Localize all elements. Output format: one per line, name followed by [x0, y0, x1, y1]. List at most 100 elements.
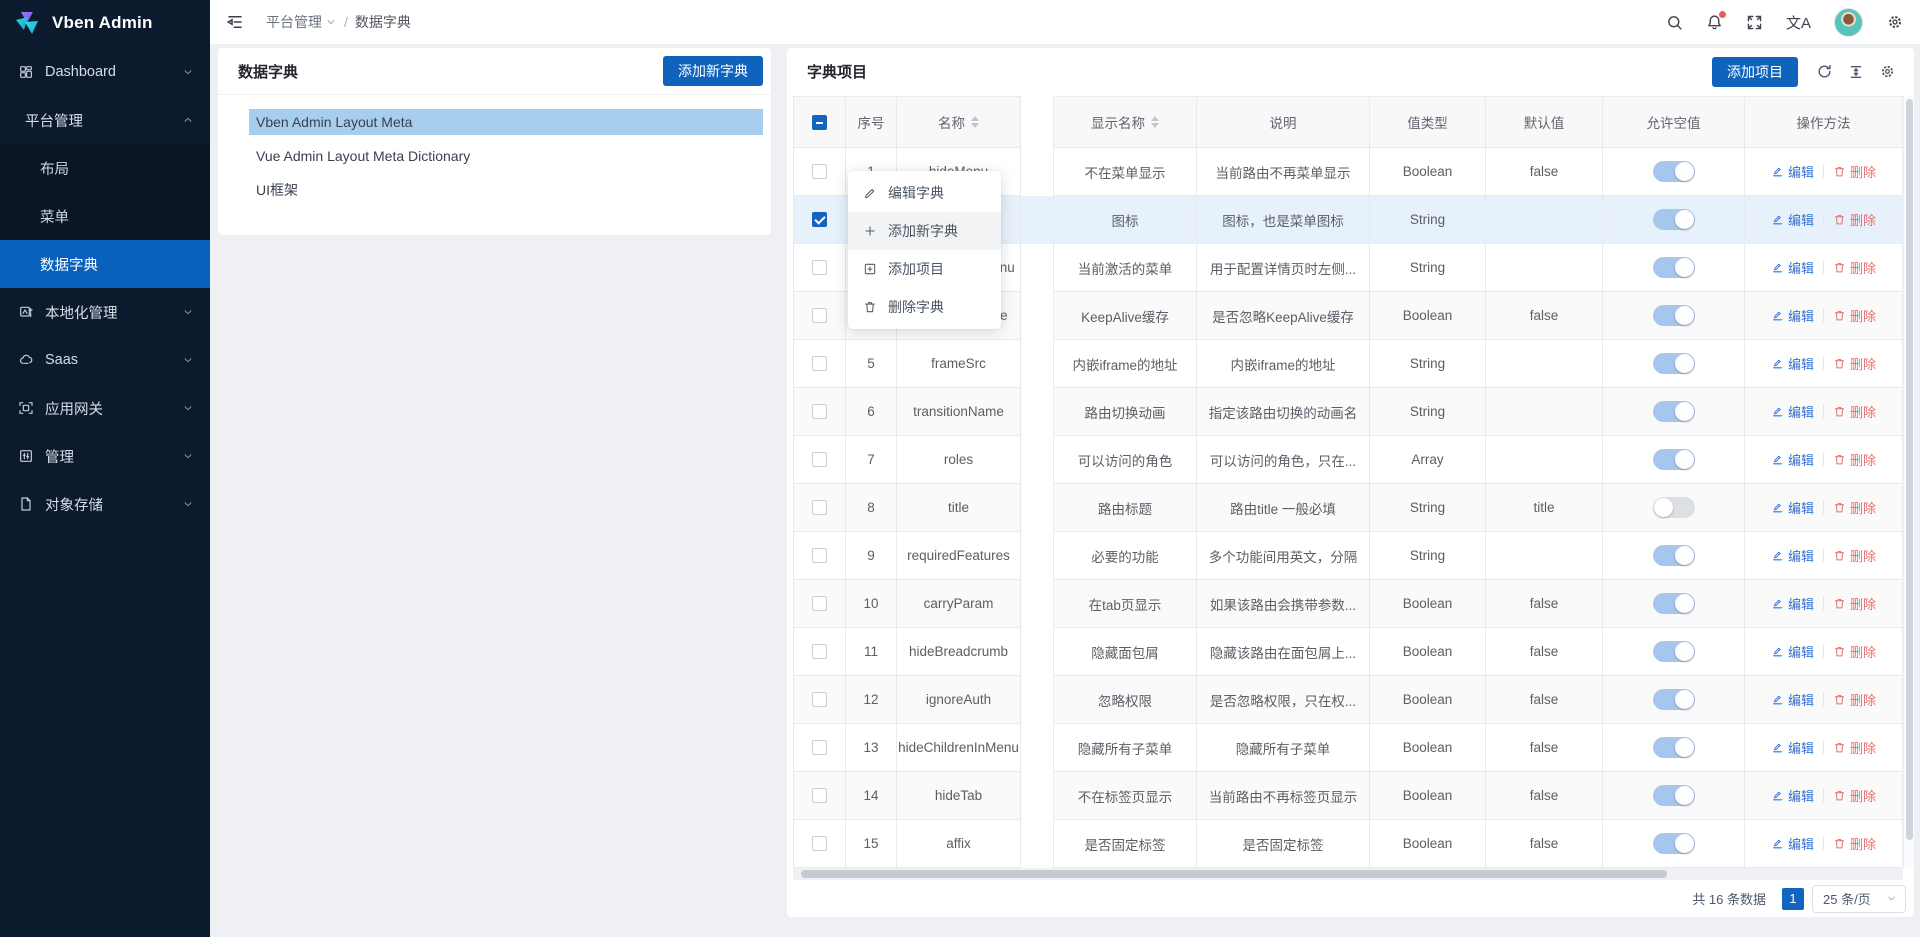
allow-null-toggle[interactable]	[1653, 737, 1695, 758]
allow-null-toggle[interactable]	[1653, 449, 1695, 470]
row-checkbox[interactable]	[812, 212, 827, 227]
context-menu-item[interactable]: 添加新字典	[848, 212, 1001, 250]
edit-link[interactable]: 编辑	[1771, 738, 1814, 757]
allow-null-toggle[interactable]	[1653, 401, 1695, 422]
allow-null-toggle[interactable]	[1653, 785, 1695, 806]
select-all-checkbox[interactable]	[812, 115, 827, 130]
delete-link[interactable]: 删除	[1833, 258, 1876, 277]
delete-link[interactable]: 删除	[1833, 594, 1876, 613]
delete-link[interactable]: 删除	[1833, 162, 1876, 181]
delete-link[interactable]: 删除	[1833, 786, 1876, 805]
settings-gear-icon[interactable]	[1886, 13, 1904, 31]
fullscreen-icon[interactable]	[1746, 14, 1763, 31]
delete-link[interactable]: 删除	[1833, 210, 1876, 229]
table-row[interactable]: 13hideChildrenInMenu隐藏所有子菜单隐藏所有子菜单Boolea…	[793, 724, 1903, 772]
table-row[interactable]: 10carryParam在tab页显示如果该路由会携带参数...Booleanf…	[793, 580, 1903, 628]
delete-link[interactable]: 删除	[1833, 306, 1876, 325]
notification-bell-icon[interactable]	[1706, 14, 1723, 31]
sort-icons[interactable]	[1151, 112, 1159, 132]
row-checkbox[interactable]	[812, 596, 827, 611]
allow-null-toggle[interactable]	[1653, 641, 1695, 662]
add-item-button[interactable]: 添加项目	[1712, 57, 1798, 87]
allow-null-toggle[interactable]	[1653, 593, 1695, 614]
row-checkbox[interactable]	[812, 644, 827, 659]
row-checkbox[interactable]	[812, 788, 827, 803]
sidebar-item-management[interactable]: 管理	[0, 432, 210, 480]
column-settings-icon[interactable]	[1879, 63, 1896, 80]
edit-link[interactable]: 编辑	[1771, 546, 1814, 565]
dictionary-list-item[interactable]: Vben Admin Layout Meta	[249, 109, 763, 135]
allow-null-toggle[interactable]	[1653, 689, 1695, 710]
table-row[interactable]: 9requiredFeatures必要的功能多个功能间用英文，分隔String编…	[793, 532, 1903, 580]
delete-link[interactable]: 删除	[1833, 450, 1876, 469]
edit-link[interactable]: 编辑	[1771, 402, 1814, 421]
edit-link[interactable]: 编辑	[1771, 834, 1814, 853]
row-checkbox[interactable]	[812, 164, 827, 179]
allow-null-toggle[interactable]	[1653, 545, 1695, 566]
sidebar-item-gateway[interactable]: 应用网关	[0, 384, 210, 432]
delete-link[interactable]: 删除	[1833, 642, 1876, 661]
edit-link[interactable]: 编辑	[1771, 162, 1814, 181]
edit-link[interactable]: 编辑	[1771, 450, 1814, 469]
refresh-icon[interactable]	[1816, 63, 1833, 80]
delete-link[interactable]: 删除	[1833, 690, 1876, 709]
row-checkbox[interactable]	[812, 404, 827, 419]
sidebar-item-saas[interactable]: Saas	[0, 336, 210, 384]
sidebar-item-menu[interactable]: 菜单	[0, 192, 210, 240]
sidebar-item-dashboard[interactable]: Dashboard	[0, 48, 210, 96]
dictionary-list-item[interactable]: Vue Admin Layout Meta Dictionary	[249, 143, 763, 169]
allow-null-toggle[interactable]	[1653, 209, 1695, 230]
allow-null-toggle[interactable]	[1653, 353, 1695, 374]
context-menu-item[interactable]: 编辑字典	[848, 174, 1001, 212]
horizontal-scrollbar[interactable]	[793, 868, 1903, 880]
table-row[interactable]: 15affix是否固定标签是否固定标签Booleanfalse编辑删除	[793, 820, 1903, 868]
row-checkbox[interactable]	[812, 356, 827, 371]
vertical-scrollbar-thumb[interactable]	[1906, 99, 1913, 840]
vertical-scrollbar[interactable]	[1903, 96, 1914, 868]
delete-link[interactable]: 删除	[1833, 546, 1876, 565]
row-checkbox[interactable]	[812, 692, 827, 707]
sidebar-collapse-icon[interactable]	[226, 13, 244, 31]
row-height-icon[interactable]	[1848, 64, 1864, 80]
edit-link[interactable]: 编辑	[1771, 354, 1814, 373]
context-menu-item[interactable]: 添加项目	[848, 250, 1001, 288]
row-checkbox[interactable]	[812, 740, 827, 755]
sidebar-item-localization[interactable]: 本地化管理	[0, 288, 210, 336]
sidebar-item-platform[interactable]: 平台管理	[0, 96, 210, 144]
add-dictionary-button[interactable]: 添加新字典	[663, 56, 763, 86]
allow-null-toggle[interactable]	[1653, 305, 1695, 326]
sidebar-item-layout[interactable]: 布局	[0, 144, 210, 192]
delete-link[interactable]: 删除	[1833, 354, 1876, 373]
allow-null-toggle[interactable]	[1653, 161, 1695, 182]
page-size-select[interactable]: 25 条/页	[1812, 885, 1906, 913]
row-checkbox[interactable]	[812, 836, 827, 851]
avatar[interactable]	[1834, 8, 1863, 37]
search-icon[interactable]	[1666, 14, 1683, 31]
row-checkbox[interactable]	[812, 260, 827, 275]
row-checkbox[interactable]	[812, 308, 827, 323]
page-number-button[interactable]: 1	[1782, 888, 1804, 910]
table-row[interactable]: 8title路由标题路由title 一般必填Stringtitle编辑删除	[793, 484, 1903, 532]
row-checkbox[interactable]	[812, 500, 827, 515]
horizontal-scrollbar-thumb[interactable]	[801, 870, 1667, 878]
edit-link[interactable]: 编辑	[1771, 594, 1814, 613]
edit-link[interactable]: 编辑	[1771, 258, 1814, 277]
table-row[interactable]: 11hideBreadcrumb隐藏面包屑隐藏该路由在面包屑上...Boolea…	[793, 628, 1903, 676]
row-checkbox[interactable]	[812, 548, 827, 563]
context-menu-item[interactable]: 删除字典	[848, 288, 1001, 326]
edit-link[interactable]: 编辑	[1771, 306, 1814, 325]
allow-null-toggle[interactable]	[1653, 497, 1695, 518]
sidebar-item-data-dictionary[interactable]: 数据字典	[0, 240, 210, 288]
sidebar-item-object-storage[interactable]: 对象存储	[0, 480, 210, 528]
delete-link[interactable]: 删除	[1833, 498, 1876, 517]
table-row[interactable]: 5frameSrc内嵌iframe的地址内嵌iframe的地址String编辑删…	[793, 340, 1903, 388]
edit-link[interactable]: 编辑	[1771, 786, 1814, 805]
sort-icons[interactable]	[971, 112, 979, 132]
breadcrumb-platform[interactable]: 平台管理	[266, 12, 337, 32]
table-row[interactable]: 7roles可以访问的角色可以访问的角色，只在...Array编辑删除	[793, 436, 1903, 484]
table-row[interactable]: 6transitionName路由切换动画指定该路由切换的动画名String编辑…	[793, 388, 1903, 436]
allow-null-toggle[interactable]	[1653, 257, 1695, 278]
edit-link[interactable]: 编辑	[1771, 210, 1814, 229]
table-row[interactable]: 12ignoreAuth忽略权限是否忽略权限，只在权...Booleanfals…	[793, 676, 1903, 724]
dictionary-list-item[interactable]: UI框架	[249, 177, 763, 203]
